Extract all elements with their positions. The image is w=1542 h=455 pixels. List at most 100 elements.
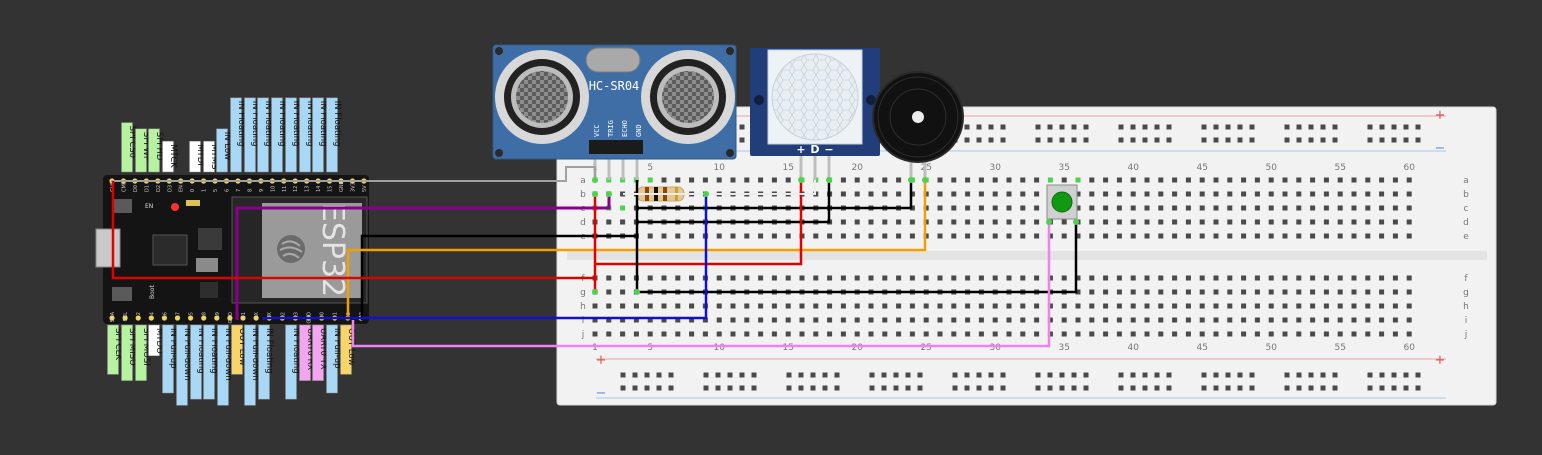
breadboard-hole xyxy=(1323,317,1329,323)
breadboard-hole xyxy=(951,303,957,309)
breadboard-hole xyxy=(1351,219,1357,225)
breadboard-hole xyxy=(1172,177,1178,183)
breadboard-hole xyxy=(951,177,957,183)
breadboard-hole xyxy=(1268,219,1274,225)
esp32-board[interactable]: EN Boot ESP32 CLK CMD D0 D1 D2 D3 EN 0 1 5 6 7 8 9 10 1… xyxy=(95,175,369,324)
breadboard-hole xyxy=(1227,275,1233,281)
breadboard-hole xyxy=(1006,303,1012,309)
breadboard-hole xyxy=(937,303,943,309)
breadboard-hole xyxy=(620,289,626,295)
breadboard-hole xyxy=(978,317,984,323)
breadboard-hole xyxy=(1365,275,1371,281)
boot-button[interactable] xyxy=(112,287,132,301)
pin-label-text: IN Floating xyxy=(264,328,274,374)
rail-hole xyxy=(1225,124,1231,130)
breadboard-hole xyxy=(1172,219,1178,225)
breadboard-hole xyxy=(1365,219,1371,225)
breadboard-hole xyxy=(1296,233,1302,239)
rail-hole xyxy=(1201,385,1207,391)
breadboard-hole xyxy=(813,233,819,239)
breadboard-hole xyxy=(1254,205,1260,211)
breadboard-hole xyxy=(896,275,902,281)
breadboard-hole xyxy=(1130,289,1136,295)
breadboard-hole xyxy=(1034,303,1040,309)
rail-hole xyxy=(1284,124,1290,130)
wokwi-canvas[interactable]: + − + + − 115510101515202025253030353540… xyxy=(0,0,1542,451)
breadboard-hole xyxy=(1268,331,1274,337)
breadboard-hole xyxy=(1268,317,1274,323)
breadboard-hole xyxy=(620,275,626,281)
breadboard-hole xyxy=(1089,275,1095,281)
rail-hole xyxy=(1237,124,1243,130)
breadboard-hole xyxy=(1116,191,1122,197)
breadboard-hole xyxy=(1130,331,1136,337)
en-button[interactable] xyxy=(112,199,132,213)
rail-hole xyxy=(1367,124,1373,130)
breadboard-hole xyxy=(1310,275,1316,281)
breadboard-hole xyxy=(1254,331,1260,337)
sensor-pin-trig: TRIG xyxy=(607,120,615,137)
rail-hole xyxy=(822,385,828,391)
breadboard-hole xyxy=(1089,331,1095,337)
breadboard-hole xyxy=(1103,317,1109,323)
breadboard-hole xyxy=(1379,331,1385,337)
breadboard-hole xyxy=(606,289,612,295)
breadboard-hole xyxy=(1199,233,1205,239)
breadboard-hole xyxy=(854,275,860,281)
breadboard-hole xyxy=(771,177,777,183)
pin-label-text: MTCK xyxy=(168,144,178,168)
breadboard-hole xyxy=(1213,275,1219,281)
breadboard-hole xyxy=(992,205,998,211)
breadboard-hole xyxy=(882,177,888,183)
breadboard-hole xyxy=(1130,191,1136,197)
breadboard-hole xyxy=(744,303,750,309)
rail-hole xyxy=(1118,385,1124,391)
breadboard-hole xyxy=(1268,205,1274,211)
breadboard-hole xyxy=(1351,177,1357,183)
row-letter: b xyxy=(1463,190,1469,200)
rail-hole xyxy=(632,385,638,391)
rail-hole xyxy=(976,385,982,391)
breadboard-hole xyxy=(1406,331,1412,337)
breadboard-hole xyxy=(1296,219,1302,225)
rail-hole xyxy=(715,385,721,391)
breadboard-hole xyxy=(1323,233,1329,239)
breadboard-hole xyxy=(771,233,777,239)
rail-hole xyxy=(1332,124,1338,130)
breadboard-hole xyxy=(1103,177,1109,183)
header-pin-label: 0 xyxy=(320,312,326,315)
push-button[interactable] xyxy=(1046,184,1078,220)
rail-hole xyxy=(1237,137,1243,143)
rail-hole xyxy=(893,385,899,391)
breadboard-hole xyxy=(1158,177,1164,183)
rail-hole xyxy=(727,372,733,378)
row-letter: j xyxy=(581,330,585,340)
breadboard-hole xyxy=(965,177,971,183)
breadboard-hole xyxy=(1103,219,1109,225)
breadboard-hole xyxy=(1254,233,1260,239)
breadboard-hole xyxy=(1323,303,1329,309)
breadboard-hole xyxy=(1406,275,1412,281)
rail-hole xyxy=(1367,385,1373,391)
rail-hole xyxy=(1118,137,1124,143)
breadboard-hole xyxy=(1392,177,1398,183)
button-cap[interactable] xyxy=(1051,191,1073,213)
breadboard-hole xyxy=(1116,177,1122,183)
row-letter: h xyxy=(580,302,586,312)
rail-hole xyxy=(1213,385,1219,391)
column-number: 55 xyxy=(1334,343,1345,353)
rail-hole xyxy=(834,385,840,391)
breadboard-hole xyxy=(647,331,653,337)
breadboard-hole xyxy=(1144,205,1150,211)
breadboard-hole xyxy=(1061,219,1067,225)
breadboard-hole xyxy=(647,177,653,183)
rail-hole xyxy=(739,372,745,378)
breadboard-hole xyxy=(909,219,915,225)
rail-hole xyxy=(1367,372,1373,378)
rail-hole xyxy=(1166,137,1172,143)
rail-hole xyxy=(1284,137,1290,143)
breadboard-hole xyxy=(661,331,667,337)
breadboard-hole xyxy=(1392,331,1398,337)
breadboard-hole xyxy=(1351,331,1357,337)
breadboard-hole xyxy=(1185,303,1191,309)
